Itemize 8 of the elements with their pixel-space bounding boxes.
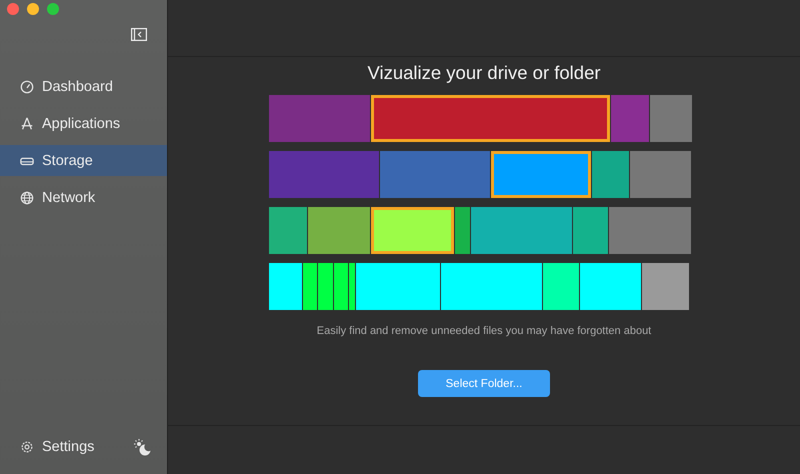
select-folder-button[interactable]: Select Folder... — [418, 370, 550, 397]
description-text: Easily find and remove unneeded files you may have forgotten about — [316, 325, 652, 337]
sidebar-item[interactable]: Storage — [0, 145, 167, 176]
sidebar-item[interactable]: Dashboard — [0, 71, 167, 102]
settings-item[interactable]: Settings — [20, 439, 94, 455]
sidebar-item[interactable]: Network — [0, 182, 167, 213]
page-title: Vizualize your drive or folder — [367, 62, 601, 84]
sidebar-item[interactable]: Applications — [0, 108, 167, 139]
